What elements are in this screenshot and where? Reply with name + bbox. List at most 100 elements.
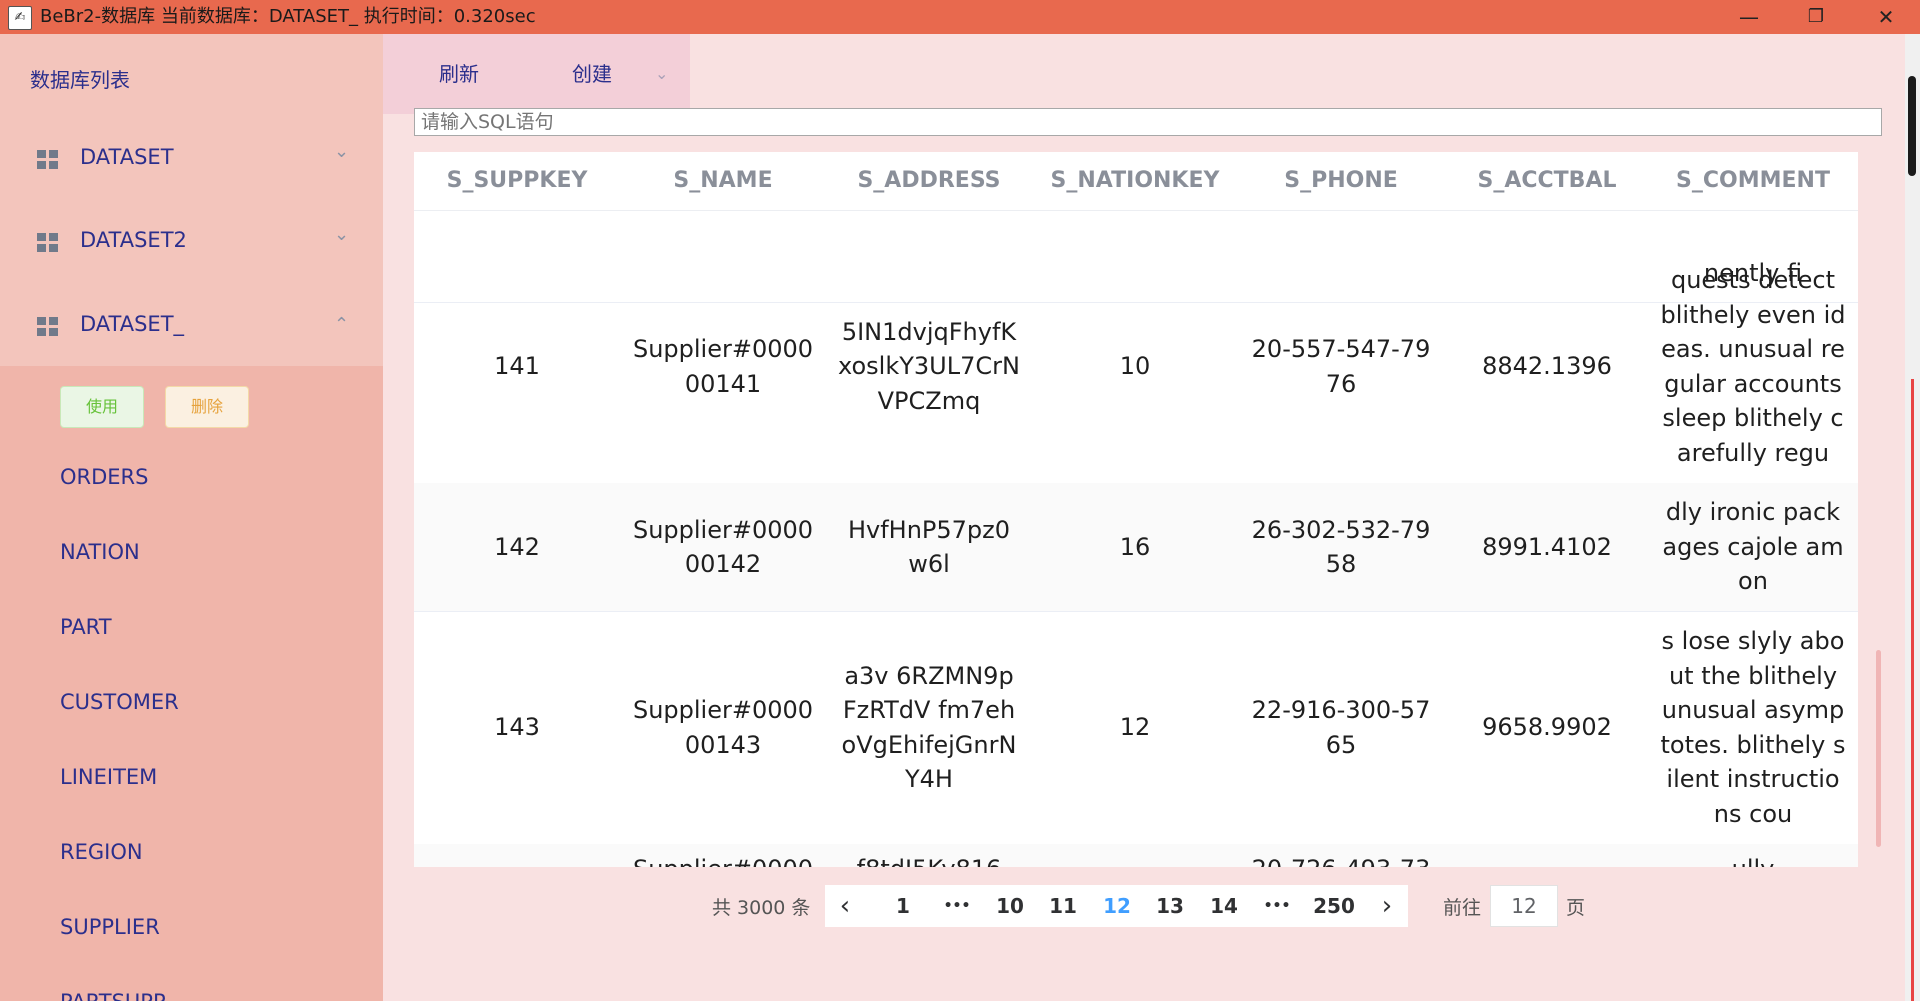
table-cell: Supplier#0000 00141	[620, 250, 826, 483]
cell-line: 143	[494, 713, 540, 742]
goto-page-input[interactable]: 12	[1490, 885, 1558, 927]
use-database-button[interactable]: 使用	[60, 386, 144, 428]
table-cell: 8991.4102	[1444, 483, 1650, 611]
cell-line: ns cou	[1713, 799, 1793, 828]
table-cell: 142	[414, 483, 620, 611]
table-cell: f8tdJ5Ky816	[826, 844, 1032, 867]
table-link-supplier[interactable]: SUPPLIER	[60, 915, 160, 939]
cell-line: 22-916-300-57	[1251, 696, 1431, 724]
table-link-partsupp[interactable]: PARTSUPP	[60, 990, 166, 1001]
cell-line: 00142	[684, 550, 762, 578]
column-header[interactable]: S_NATIONKEY	[1032, 152, 1238, 210]
cell-line: sleep blithely c	[1662, 404, 1844, 432]
column-header[interactable]: S_SUPPKEY	[414, 152, 620, 210]
cell-line: FzRTdV fm7eh	[842, 696, 1016, 724]
table-scrollbar[interactable]	[1876, 650, 1881, 847]
column-header[interactable]: S_COMMENT	[1650, 152, 1856, 210]
delete-database-button[interactable]: 删除	[165, 386, 249, 428]
cell-line: Supplier#0000	[633, 852, 813, 867]
cell-line: 141	[494, 352, 540, 381]
cell-line: 16	[1119, 532, 1151, 561]
create-button[interactable]: 创建	[572, 34, 612, 114]
cell-line: ully	[1732, 852, 1775, 867]
table-row[interactable]: 142 Supplier#0000 00142 HvfHnP57pz0 w6l 16…	[414, 483, 1858, 612]
table-cell: 12	[1032, 611, 1238, 844]
page-button[interactable]: 13	[1150, 885, 1190, 927]
column-header[interactable]: S_PHONE	[1238, 152, 1444, 210]
page-button[interactable]: 14	[1204, 885, 1244, 927]
cell-line: f8tdJ5Ky816	[857, 852, 1002, 867]
window-scrollbar[interactable]	[1905, 34, 1920, 1001]
table-link-orders[interactable]: ORDERS	[60, 465, 148, 489]
table-link-customer[interactable]: CUSTOMER	[60, 690, 179, 714]
next-page-button[interactable]: ›	[1367, 885, 1407, 927]
restore-button[interactable]: ❐	[1786, 0, 1846, 34]
scrollbar-thumb[interactable]	[1908, 76, 1916, 176]
goto-label: 前往	[1443, 897, 1482, 919]
cell-line: s lose slyly abo	[1661, 627, 1845, 655]
cell-line: gular accounts	[1664, 369, 1842, 398]
table-cell: Supplier#0000 00142	[620, 483, 826, 611]
table-cell: quests detect blithely even id eas. unusua…	[1650, 250, 1856, 483]
db-expanded-panel	[0, 366, 383, 1001]
table-link-nation[interactable]: NATION	[60, 540, 140, 564]
chevron-up-icon[interactable]: ⌃	[334, 314, 349, 335]
page-button[interactable]: 250	[1309, 885, 1359, 927]
table-cell: a3v 6RZMN9p FzRTdV fm7eh oVgEhifejGnrN Y4H	[826, 611, 1032, 844]
table-cell: dly ironic pack ages cajole am on	[1650, 483, 1856, 611]
page-ellipsis[interactable]: •••	[1257, 885, 1297, 927]
table-cell: 20-557-547-79 76	[1238, 250, 1444, 483]
db-item-dataset-underscore[interactable]: DATASET_ ⌃	[0, 284, 383, 368]
table-cell: 8842.1396	[1444, 250, 1650, 483]
table-cell: 26-302-532-79 58	[1238, 483, 1444, 611]
table-row[interactable]: Supplier#0000 f8tdJ5Ky816 20-726-493-73 …	[414, 844, 1858, 867]
cell-line: Supplier#0000	[632, 696, 814, 724]
cell-line: eas. unusual re	[1661, 335, 1845, 363]
page-button-current[interactable]: 12	[1097, 885, 1137, 927]
table-row[interactable]: 141 Supplier#0000 00141 5IN1dvjqFhyfK xosl…	[414, 250, 1858, 484]
page-button[interactable]: 10	[990, 885, 1030, 927]
toolbar: 刷新 创建 ⌄	[383, 34, 690, 114]
chevron-down-icon[interactable]: ⌄	[655, 34, 668, 114]
table-link-lineitem[interactable]: LINEITEM	[60, 765, 157, 789]
page-ellipsis[interactable]: •••	[937, 885, 977, 927]
data-table: S_SUPPKEY S_NAME S_ADDRESS S_NATIONKEY S…	[414, 152, 1858, 867]
table-cell: 143	[414, 611, 620, 844]
db-item-dataset[interactable]: DATASET ⌄	[0, 117, 383, 201]
close-button[interactable]: ✕	[1856, 0, 1916, 34]
table-cell: 10	[1032, 250, 1238, 483]
cell-line: ages cajole am	[1662, 532, 1844, 561]
cell-line: 142	[494, 532, 540, 561]
table-cell: 141	[414, 250, 620, 483]
sidebar-title: 数据库列表	[30, 68, 130, 92]
chevron-down-icon[interactable]: ⌄	[334, 141, 349, 162]
cell-line: dly ironic pack	[1665, 498, 1841, 527]
column-header[interactable]: S_NAME	[620, 152, 826, 210]
cell-line: 00143	[684, 730, 762, 759]
table-cell: 20-726-493-73	[1238, 844, 1444, 867]
column-header[interactable]: S_ADDRESS	[826, 152, 1032, 210]
cell-line: 76	[1325, 369, 1357, 398]
window-title: BeBr2-数据库 当前数据库：DATASET_ 执行时间：0.320sec	[40, 6, 536, 27]
grid-icon	[37, 150, 59, 170]
page-button[interactable]: 1	[883, 885, 923, 927]
cell-line: 9658.9902	[1482, 713, 1612, 742]
table-row[interactable]: 143 Supplier#0000 00143 a3v 6RZMN9p FzRTdV…	[414, 611, 1858, 845]
cell-line: 8991.4102	[1482, 532, 1612, 561]
minimize-button[interactable]: —	[1719, 0, 1779, 34]
table-link-region[interactable]: REGION	[60, 840, 143, 864]
sidebar: 数据库列表 DATASET ⌄ DATASET2 ⌄ DATASET_ ⌃ 使用…	[0, 34, 383, 1001]
table-cell: Supplier#0000 00143	[620, 611, 826, 844]
page-button[interactable]: 11	[1043, 885, 1083, 927]
refresh-button[interactable]: 刷新	[439, 34, 479, 114]
db-item-dataset2[interactable]: DATASET2 ⌄	[0, 200, 383, 284]
sql-input[interactable]	[414, 108, 1882, 136]
db-name: DATASET_	[80, 312, 185, 336]
app-icon: ✍	[8, 6, 32, 30]
db-name: DATASET2	[80, 228, 187, 252]
column-header[interactable]: S_ACCTBAL	[1444, 152, 1650, 210]
cell-line: ilent instructio	[1666, 765, 1840, 793]
prev-page-button[interactable]: ‹	[825, 885, 865, 927]
chevron-down-icon[interactable]: ⌄	[334, 224, 349, 245]
table-link-part[interactable]: PART	[60, 615, 112, 639]
